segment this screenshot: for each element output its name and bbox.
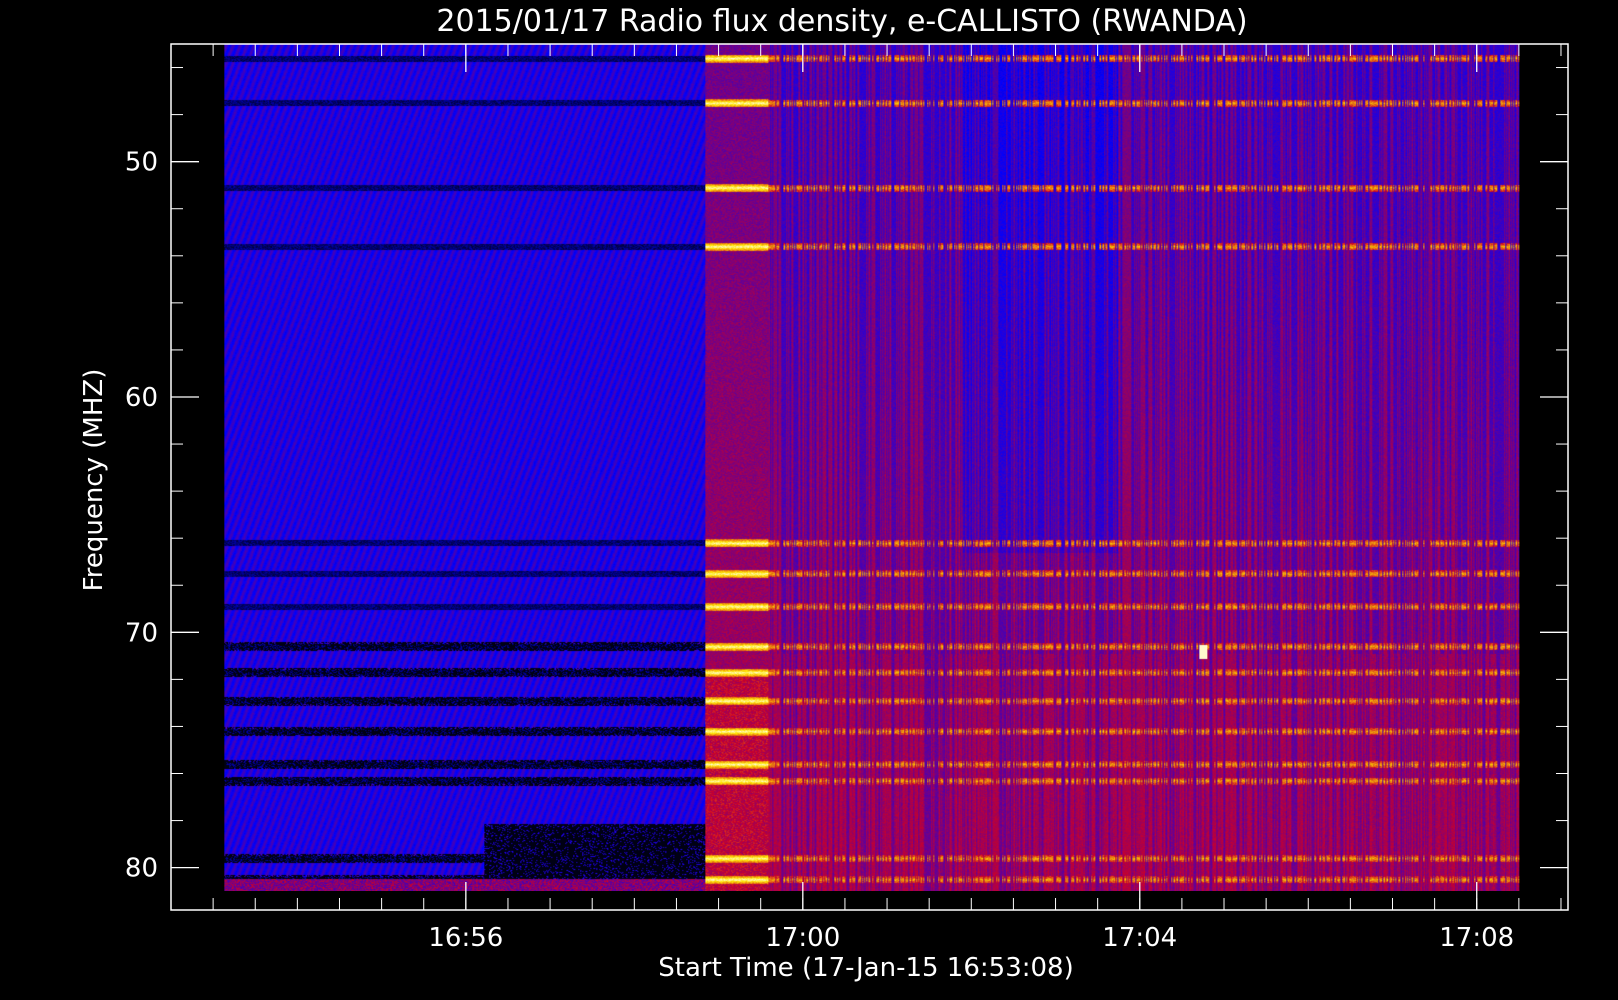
y-tick-label: 80 — [125, 854, 158, 884]
x-tick-label: 17:00 — [765, 923, 840, 953]
x-axis-label: Start Time (17-Jan-15 16:53:08) — [658, 953, 1073, 983]
y-tick-label: 50 — [125, 148, 158, 178]
x-tick-label: 17:04 — [1102, 923, 1177, 953]
heatmap-image — [224, 44, 1520, 891]
x-tick-label: 17:08 — [1439, 923, 1514, 953]
y-tick-label: 60 — [125, 383, 158, 413]
y-tick-label: 70 — [125, 618, 158, 648]
spectrogram-chart: 16:56 17:00 17:04 17:08 50 60 70 80 2015/01/17 … — [0, 0, 1618, 1000]
x-tick-label: 16:56 — [428, 923, 503, 953]
spectrogram-image — [224, 44, 1520, 891]
chart-title: 2015/01/17 Radio flux density, e-CALLIST… — [436, 4, 1247, 39]
y-axis-label: Frequency (MHZ) — [79, 369, 109, 592]
